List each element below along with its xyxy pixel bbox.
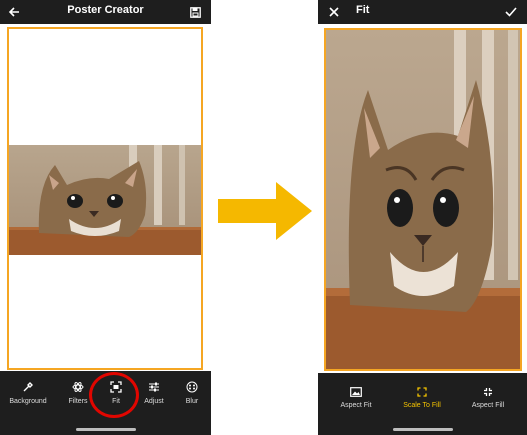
aspect-fill-icon	[484, 388, 492, 396]
poster-frame[interactable]	[7, 27, 203, 370]
tool-background[interactable]: Background	[8, 381, 48, 405]
tool-adjust[interactable]: Adjust	[139, 381, 169, 405]
tool-blur[interactable]: Blur	[178, 381, 206, 405]
mode-aspect-fit[interactable]: Aspect Fit	[334, 387, 378, 409]
screen-title: Poster Creator	[67, 4, 144, 16]
sliders-icon	[149, 382, 159, 392]
screen-title: Fit	[356, 4, 370, 16]
save-icon[interactable]	[187, 4, 203, 20]
blur-icon	[186, 381, 198, 393]
tool-label: Blur	[185, 398, 199, 405]
check-icon[interactable]	[503, 4, 519, 20]
poster-creator-screen: Poster Creator Background Filters Fit Ad…	[0, 0, 211, 435]
scale-to-fill-icon	[417, 387, 427, 397]
home-indicator	[392, 428, 453, 431]
tool-label: Adjust	[144, 398, 164, 405]
poster-frame[interactable]	[324, 28, 522, 371]
mode-label: Aspect Fit	[340, 402, 372, 409]
mode-aspect-fill[interactable]: Aspect Fill	[466, 387, 510, 409]
top-app-bar: Fit	[318, 0, 527, 24]
mode-label: Aspect Fill	[471, 402, 505, 409]
close-icon[interactable]	[326, 4, 342, 20]
poster-canvas	[318, 24, 527, 373]
right-arrow-icon	[218, 182, 312, 240]
mode-scale-to-fill[interactable]: Scale To Fill	[396, 387, 448, 409]
top-app-bar: Poster Creator	[0, 0, 211, 24]
tool-label: Background	[9, 398, 47, 405]
cat-photo	[326, 30, 520, 369]
poster-canvas	[0, 24, 211, 371]
fit-highlight-ring	[89, 372, 139, 418]
home-indicator	[75, 428, 136, 431]
atom-icon	[72, 382, 84, 392]
fit-mode-bar: Aspect Fit Scale To Fill Aspect Fill	[318, 373, 527, 435]
mode-label: Scale To Fill	[403, 402, 441, 409]
eyedropper-icon	[23, 382, 33, 392]
cat-photo	[9, 145, 201, 255]
fit-screen: Fit Aspect Fit Scale To Fill Aspect Fill	[318, 0, 527, 435]
aspect-fit-icon	[350, 387, 362, 397]
